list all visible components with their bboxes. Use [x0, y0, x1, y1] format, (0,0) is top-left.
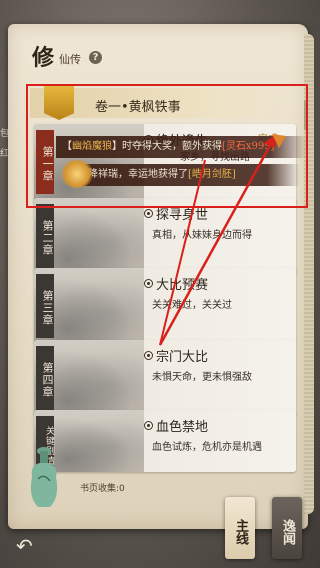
notify-monster-name: 幽焰魔狼 [72, 141, 112, 152]
chapter-card-4[interactable]: 第四章 宗门大比 未惧天命，更未惧强敌 [34, 340, 296, 416]
reward-notification-2: 降祥瑞，幸运地获得了[皓月剑胚] [82, 164, 300, 186]
chapter-desc: 关关难过，关关过 [152, 300, 232, 311]
chapter-card-3[interactable]: 第三章 大比预赛 关关难过，关关过 [34, 268, 296, 344]
back-icon[interactable]: ↶ [16, 534, 42, 558]
scrollbar-thumb[interactable] [304, 100, 307, 130]
volume-ribbon-icon [44, 86, 74, 120]
volume-title: 卷一•黄枫铁事 [95, 100, 181, 115]
page-collection-count: 书页收集:0 [80, 484, 125, 494]
notify-text: 】时夺得大奖，额外获得 [112, 141, 222, 152]
chapter-name: 血色禁地 [156, 420, 209, 435]
chapter-desc: 未惧天命，更未惧强敌 [152, 372, 252, 383]
chapter-bullet-icon [144, 209, 153, 218]
chapter-name: 大比预赛 [156, 278, 209, 293]
reward-glow-icon [60, 160, 94, 188]
notify-text: 降祥瑞，幸运地获得了 [88, 169, 188, 180]
side-story-tab[interactable]: 逸闻 [272, 497, 302, 559]
chapter-tag: 第一章 [36, 130, 54, 194]
chapter-desc: 血色试炼，危机亦是机遇 [152, 442, 262, 453]
chapter-name: 宗门大比 [156, 350, 209, 365]
chapter-tag: 第四章 [36, 346, 54, 410]
chapter-desc: 真相，从妹妹身边而得 [152, 230, 252, 241]
page-subtitle: 仙传 [59, 53, 81, 66]
jade-vase-icon[interactable] [24, 443, 64, 513]
page-title: 修 [32, 45, 55, 71]
chapter-name: 探寻身世 [156, 208, 209, 223]
notify-reward: [灵石x999] [222, 141, 275, 152]
chapter-bullet-icon [144, 421, 153, 430]
chapter-tag: 第二章 [36, 204, 54, 268]
chapter-bullet-icon [144, 351, 153, 360]
reward-notification-1: 【幽焰魔狼】时夺得大奖，额外获得[灵石x999] [56, 136, 308, 158]
chapter-tag: 第三章 [36, 274, 54, 338]
notify-reward: [皓月剑胚] [188, 169, 236, 180]
chapter-card-5[interactable]: 关键剧情 血色禁地 血色试炼，危机亦是机遇 [34, 410, 296, 472]
help-icon[interactable]: ? [89, 51, 102, 64]
main-line-tab[interactable]: 主线 [225, 497, 255, 559]
notify-bracket: 【 [62, 141, 72, 152]
chapter-card-2[interactable]: 第二章 探寻身世 真相，从妹妹身边而得 [34, 198, 296, 274]
chapter-bullet-icon [144, 279, 153, 288]
